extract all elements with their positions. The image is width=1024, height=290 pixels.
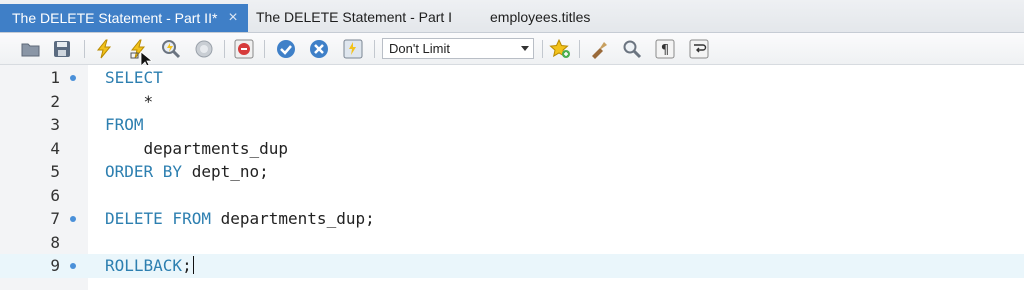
explain-icon[interactable] — [160, 38, 182, 60]
line-number: 2 — [50, 91, 60, 111]
open-folder-icon[interactable] — [20, 38, 42, 60]
row-limit-select[interactable]: Don't Limit — [382, 38, 534, 59]
code-keyword: FROM — [105, 115, 144, 134]
code-keyword: DELETE FROM — [105, 209, 211, 228]
sql-toolbar: Don't Limit ¶ — [0, 33, 1024, 69]
tab-delete-statement-part-ii[interactable]: The DELETE Statement - Part II* × — [0, 4, 248, 32]
line-number: 9 — [50, 256, 60, 275]
code-keyword: SELECT — [105, 68, 163, 87]
code-text: departments_dup; — [210, 209, 375, 228]
code-keyword: ROLLBACK — [105, 256, 183, 275]
chevron-down-icon[interactable] — [521, 46, 529, 51]
editor-line-current: 9 ROLLBACK; — [0, 254, 1024, 278]
beautify-icon[interactable] — [588, 38, 610, 60]
tab-label: The DELETE Statement - Part I — [256, 9, 453, 25]
toolbar-separator — [264, 40, 265, 58]
text-caret — [192, 256, 194, 274]
toolbar-separator — [579, 40, 580, 58]
tab-label: employees.titles — [490, 9, 591, 25]
line-number: 1 — [50, 68, 60, 87]
tab-label: The DELETE Statement - Part II* — [12, 10, 218, 26]
favorite-add-icon[interactable] — [549, 38, 571, 60]
code-keyword: ORDER BY — [105, 162, 183, 181]
code-text: ; — [182, 256, 192, 275]
wrap-icon[interactable] — [688, 38, 710, 60]
find-icon[interactable] — [621, 38, 643, 60]
code-text: departments_dup — [105, 138, 289, 158]
invisible-chars-icon[interactable]: ¶ — [654, 38, 676, 60]
tab-delete-statement-part-i[interactable]: The DELETE Statement - Part I — [244, 5, 474, 29]
tab-bar: The DELETE Statement - Part II* × The DE… — [0, 0, 1024, 33]
statement-marker-icon — [70, 216, 76, 222]
line-number: 7 — [50, 209, 60, 228]
line-number: 4 — [50, 138, 60, 158]
svg-text:¶: ¶ — [661, 43, 669, 58]
close-icon[interactable]: × — [226, 10, 240, 26]
tab-employees-titles[interactable]: employees.titles — [478, 5, 678, 29]
editor-line: 4 departments_dup — [0, 137, 1024, 161]
code-text: * — [105, 91, 154, 111]
sql-editor[interactable]: 1 SELECT 2 * 3 FROM 4 departments_dup 5 … — [0, 65, 1024, 290]
editor-line: 1 SELECT — [0, 66, 1024, 90]
statement-marker-icon — [70, 75, 76, 81]
editor-line: 8 — [0, 231, 1024, 255]
sql-editor-window: The DELETE Statement - Part II* × The DE… — [0, 0, 1024, 290]
line-number: 8 — [50, 232, 60, 252]
commit-icon[interactable] — [275, 38, 297, 60]
autocommit-icon[interactable] — [342, 38, 364, 60]
line-number: 3 — [50, 115, 60, 134]
editor-line: 7 DELETE FROM departments_dup; — [0, 207, 1024, 231]
editor-line: 2 * — [0, 90, 1024, 114]
toolbar-separator — [84, 40, 85, 58]
editor-line: 6 — [0, 184, 1024, 208]
line-number: 6 — [50, 185, 60, 205]
rollback-icon[interactable] — [308, 38, 330, 60]
execute-icon[interactable] — [93, 38, 115, 60]
line-number: 5 — [50, 162, 60, 181]
editor-line: 3 FROM — [0, 113, 1024, 137]
statement-marker-icon — [70, 263, 76, 269]
editor-line: 5 ORDER BY dept_no; — [0, 160, 1024, 184]
toolbar-separator — [374, 40, 375, 58]
row-limit-value: Don't Limit — [389, 41, 451, 56]
toolbar-separator — [224, 40, 225, 58]
toggle-error-icon[interactable] — [233, 38, 255, 60]
stop-icon[interactable] — [193, 38, 215, 60]
toolbar-separator — [542, 40, 543, 58]
code-text: dept_no; — [182, 162, 269, 181]
save-icon[interactable] — [51, 38, 73, 60]
